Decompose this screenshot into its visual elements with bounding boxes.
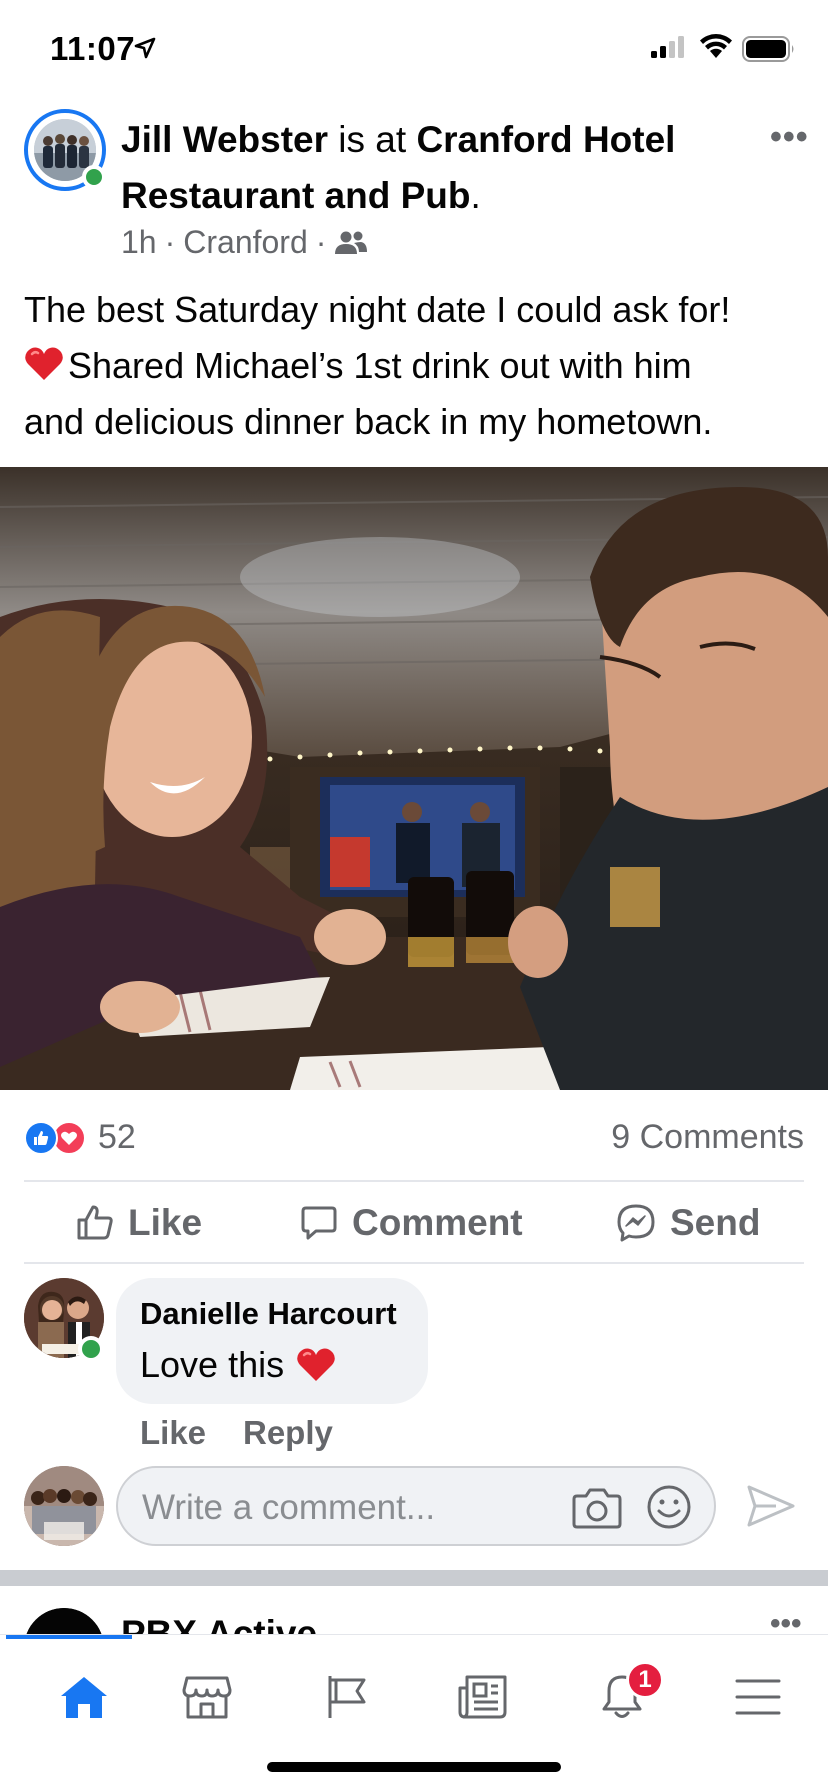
comment-bubble-icon [301, 1206, 337, 1240]
like-reaction-icon [24, 1120, 58, 1155]
more-options-icon[interactable]: ••• [770, 118, 809, 157]
online-status-dot [78, 1336, 104, 1362]
home-icon [61, 1677, 107, 1718]
commenter-name[interactable]: Danielle Harcourt [140, 1296, 397, 1332]
post-text-line-content: Shared Michael’s 1st drink out with him [68, 345, 692, 386]
author-name[interactable]: Jill Webster [121, 119, 328, 160]
comment-like-link[interactable]: Like [140, 1414, 206, 1452]
post-header: Jill Webster is at Cranford Hotel Restau… [121, 112, 721, 224]
comment-text-content: Love this [140, 1344, 285, 1385]
nav-marketplace[interactable] [167, 1657, 247, 1737]
post-text-line: The best Saturday night date I could ask… [24, 289, 731, 330]
news-icon [458, 1675, 507, 1719]
author-avatar[interactable] [24, 109, 106, 191]
meta-separator: · [164, 224, 176, 260]
comments-count[interactable]: 9 Comments [611, 1118, 804, 1157]
send-button[interactable]: Send [616, 1202, 760, 1244]
messenger-icon [617, 1204, 655, 1242]
post-time[interactable]: 1h [121, 224, 157, 261]
comment-button[interactable]: Comment [300, 1202, 523, 1244]
divider [24, 1180, 804, 1182]
reactions-summary[interactable]: 52 [24, 1118, 136, 1157]
comment-text: Love this [140, 1344, 336, 1386]
marketplace-icon [182, 1676, 232, 1719]
reaction-count: 52 [98, 1118, 136, 1156]
checkin-connector: is at [338, 119, 407, 160]
friends-icon [335, 231, 368, 254]
comment-reply-link[interactable]: Reply [243, 1414, 333, 1452]
menu-icon [735, 1679, 781, 1715]
red-heart-emoji-icon [25, 347, 63, 380]
cellular-signal-icon [651, 36, 684, 58]
comment-input-placeholder: Write a comment... [142, 1488, 436, 1527]
nav-notifications[interactable]: 1 [582, 1657, 664, 1737]
send-comment-icon[interactable] [746, 1484, 796, 1528]
comment-input[interactable]: Write a comment... [116, 1466, 716, 1546]
post-meta: 1h · Cranford · [121, 224, 368, 261]
meta-separator: · [315, 224, 327, 260]
post-location[interactable]: Cranford [183, 224, 308, 261]
like-button[interactable]: Like [76, 1202, 202, 1244]
feed-separator [0, 1570, 828, 1586]
notification-badge: 1 [626, 1661, 664, 1699]
divider [24, 1262, 804, 1264]
comment-bubble[interactable]: Danielle Harcourt Love this [116, 1278, 428, 1404]
nav-pages[interactable] [307, 1657, 387, 1737]
emoji-icon[interactable] [646, 1484, 692, 1530]
online-status-dot [82, 165, 106, 189]
active-tab-indicator [6, 1635, 132, 1639]
location-arrow-icon [134, 37, 156, 59]
current-user-avatar [24, 1466, 104, 1546]
nav-menu[interactable] [718, 1657, 798, 1737]
battery-icon [742, 36, 794, 62]
send-label: Send [670, 1202, 761, 1243]
wifi-icon [700, 34, 732, 58]
camera-icon[interactable] [572, 1484, 622, 1530]
post-text-line: Shared Michael’s 1st drink out with him [24, 338, 814, 394]
status-time: 11:07 [50, 30, 136, 67]
red-heart-emoji-icon [297, 1348, 335, 1381]
header-period: . [470, 175, 481, 216]
home-indicator[interactable] [267, 1762, 561, 1772]
nav-news[interactable] [443, 1657, 523, 1737]
status-bar: 11:07 [0, 0, 828, 100]
post-text: The best Saturday night date I could ask… [24, 282, 814, 450]
like-label: Like [128, 1202, 203, 1243]
comment-label: Comment [352, 1202, 523, 1243]
next-post-more-icon[interactable]: ••• [770, 1614, 802, 1634]
nav-home[interactable] [44, 1657, 124, 1737]
post-photo[interactable] [0, 467, 828, 1090]
pages-flag-icon [328, 1676, 366, 1718]
post-text-line: and delicious dinner back in my hometown… [24, 401, 713, 442]
thumbs-up-icon [77, 1205, 113, 1240]
